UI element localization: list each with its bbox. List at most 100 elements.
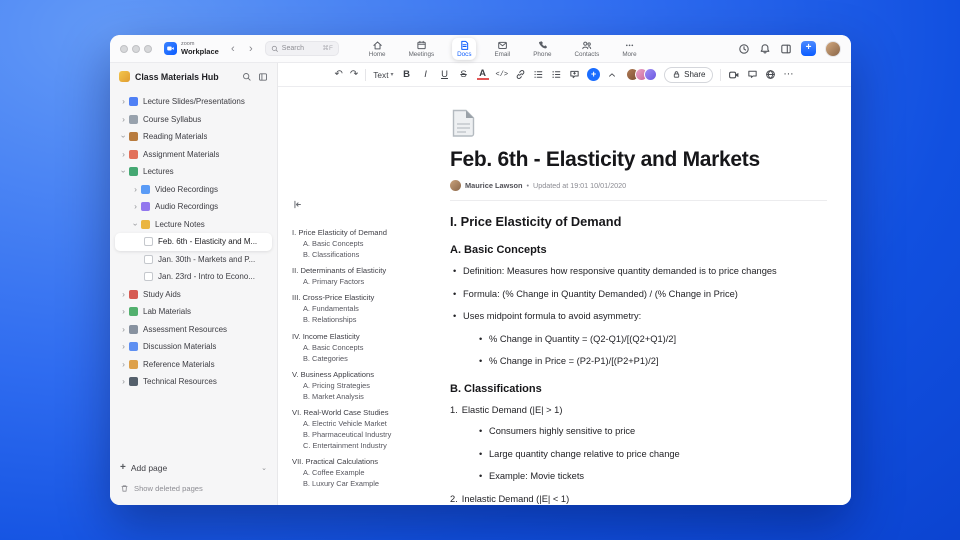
bullet-item[interactable]: Uses midpoint formula to avoid asymmetry… [450,311,827,323]
chevron-down-icon[interactable]: ⌄ [261,464,267,472]
sidebar-item-reference-materials[interactable]: › Reference Materials [115,356,272,374]
language-button[interactable] [765,69,776,80]
add-page-button[interactable]: + Add page ⌄ [120,459,267,477]
tab-phone[interactable]: Phone [528,37,556,59]
outline-item[interactable]: VII. Practical Calculations [292,456,440,467]
sidebar-item-lecture-slides[interactable]: › Lecture Slides/Presentations [115,93,272,111]
heading-basic-concepts[interactable]: A. Basic Concepts [450,244,827,256]
chevron-right-icon[interactable]: › [119,114,128,124]
code-button[interactable]: </> [496,71,509,79]
history-button[interactable] [738,43,750,55]
outline-item[interactable]: B. Relationships [292,314,440,325]
notifications-button[interactable] [759,43,771,55]
chevron-right-icon[interactable]: › [131,184,140,194]
chevron-right-icon[interactable]: › [119,377,128,386]
profile-avatar[interactable] [825,40,841,57]
outline-item[interactable]: B. Pharmaceutical Industry [292,429,440,440]
outline-item[interactable]: V. Business Applications [292,369,440,380]
numbered-item[interactable]: 2. Inelastic Demand (|E| < 1) [450,494,827,504]
outline-item[interactable]: C. Entertainment Industry [292,440,440,451]
text-color-button[interactable]: A [476,69,489,80]
outline-item[interactable]: A. Basic Concepts [292,238,440,249]
collapse-outline-button[interactable] [292,199,303,210]
collapse-toolbar-button[interactable] [607,70,617,80]
chevron-right-icon[interactable]: › [119,307,128,316]
chevron-right-icon[interactable]: › [119,97,128,106]
undo-button[interactable]: ↶ [335,69,343,80]
outline-item[interactable]: A. Basic Concepts [292,342,440,353]
heading-price-elasticity[interactable]: I. Price Elasticity of Demand [450,214,827,229]
sidebar-item-lectures[interactable]: › Lectures [115,163,272,181]
numbered-list-button[interactable] [551,69,562,80]
text-style-dropdown[interactable]: Text ▾ [373,70,393,80]
outline-item[interactable]: A. Pricing Strategies [292,380,440,391]
side-panel-toggle[interactable] [780,43,792,55]
sidebar-search-icon[interactable] [242,72,252,82]
sidebar-item-jan-23rd-note[interactable]: Jan. 23rd - Intro to Econo... [115,268,272,286]
outline-item[interactable]: B. Categories [292,353,440,364]
bullet-item[interactable]: Consumers highly sensitive to price [476,426,827,438]
chevron-right-icon[interactable]: › [119,149,128,159]
outline-item[interactable]: IV. Income Elasticity [292,331,440,342]
outline-item[interactable]: B. Classifications [292,249,440,260]
sidebar-item-assignment-materials[interactable]: › Assignment Materials [115,146,272,164]
sidebar-item-audio-recordings[interactable]: › Audio Recordings [115,198,272,216]
collapse-sidebar-icon[interactable] [258,72,268,82]
outline-item[interactable]: A. Fundamentals [292,303,440,314]
sidebar-item-video-recordings[interactable]: › Video Recordings [115,181,272,199]
chevron-right-icon[interactable]: › [119,324,128,334]
forward-button[interactable]: › [245,43,257,55]
chevron-down-icon[interactable]: › [131,220,141,229]
tab-more[interactable]: More [617,37,641,59]
tab-contacts[interactable]: Contacts [569,37,604,59]
sidebar-item-lecture-notes[interactable]: › Lecture Notes [115,216,272,234]
outline-item[interactable]: B. Luxury Car Example [292,478,440,489]
start-video-button[interactable] [728,69,740,81]
share-button[interactable]: Share [664,66,714,83]
minimize-button[interactable] [132,44,140,53]
outline-item[interactable]: A. Coffee Example [292,467,440,478]
chevron-down-icon[interactable]: › [119,167,129,176]
tab-docs[interactable]: Docs [452,37,477,60]
sidebar-item-technical-resources[interactable]: › Technical Resources [115,373,272,391]
tab-meetings[interactable]: Meetings [404,37,440,59]
chevron-right-icon[interactable]: › [119,359,128,369]
more-options-button[interactable]: ⋯ [783,69,794,80]
sidebar-item-discussion-materials[interactable]: › Discussion Materials [115,338,272,356]
bullet-item[interactable]: % Change in Price = (P2-P1)/[(P2+P1)/2] [476,356,827,368]
tab-home[interactable]: Home [364,37,391,59]
tab-email[interactable]: Email [489,37,515,59]
show-deleted-pages-button[interactable]: Show deleted pages [120,484,267,493]
outline-item[interactable]: I. Price Elasticity of Demand [292,227,440,238]
document-canvas[interactable]: I. Price Elasticity of Demand A. Basic C… [278,87,851,505]
italic-button[interactable]: I [420,69,432,80]
bullet-item[interactable]: % Change in Quantity = (Q2-Q1)/[(Q2+Q1)/… [476,334,827,346]
sidebar-item-lab-materials[interactable]: › Lab Materials [115,303,272,321]
collaborator-avatar[interactable] [644,68,658,81]
heading-classifications[interactable]: B. Classifications [450,383,827,395]
chevron-right-icon[interactable]: › [131,202,140,211]
bullet-list-button[interactable] [533,69,544,80]
new-item-button[interactable]: + [801,41,816,56]
sidebar-item-reading-materials[interactable]: › Reading Materials [115,128,272,146]
chevron-right-icon[interactable]: › [119,289,128,299]
bold-button[interactable]: B [401,69,413,80]
bullet-item[interactable]: Large quantity change relative to price … [476,449,827,461]
sidebar-item-assessment-resources[interactable]: › Assessment Resources [115,321,272,339]
close-button[interactable] [120,44,128,53]
bullet-item[interactable]: Formula: (% Change in Quantity Demanded)… [450,289,827,301]
strikethrough-button[interactable]: S [458,69,470,80]
numbered-item[interactable]: 1. Elastic Demand (|E| > 1) [450,405,827,415]
sidebar-item-jan-30th-note[interactable]: Jan. 30th - Markets and P... [115,251,272,269]
maximize-button[interactable] [144,44,152,53]
sidebar-item-course-syllabus[interactable]: › Course Syllabus [115,111,272,129]
bullet-item[interactable]: Definition: Measures how responsive quan… [450,266,827,278]
chevron-right-icon[interactable]: › [119,342,128,351]
chat-button[interactable] [747,69,758,80]
outline-item[interactable]: B. Market Analysis [292,391,440,402]
comment-button[interactable] [569,69,580,80]
doc-title[interactable]: Feb. 6th - Elasticity and Markets [450,148,827,172]
redo-button[interactable]: ↷ [350,69,358,80]
outline-item[interactable]: A. Electric Vehicle Market [292,418,440,429]
underline-button[interactable]: U [439,69,451,80]
